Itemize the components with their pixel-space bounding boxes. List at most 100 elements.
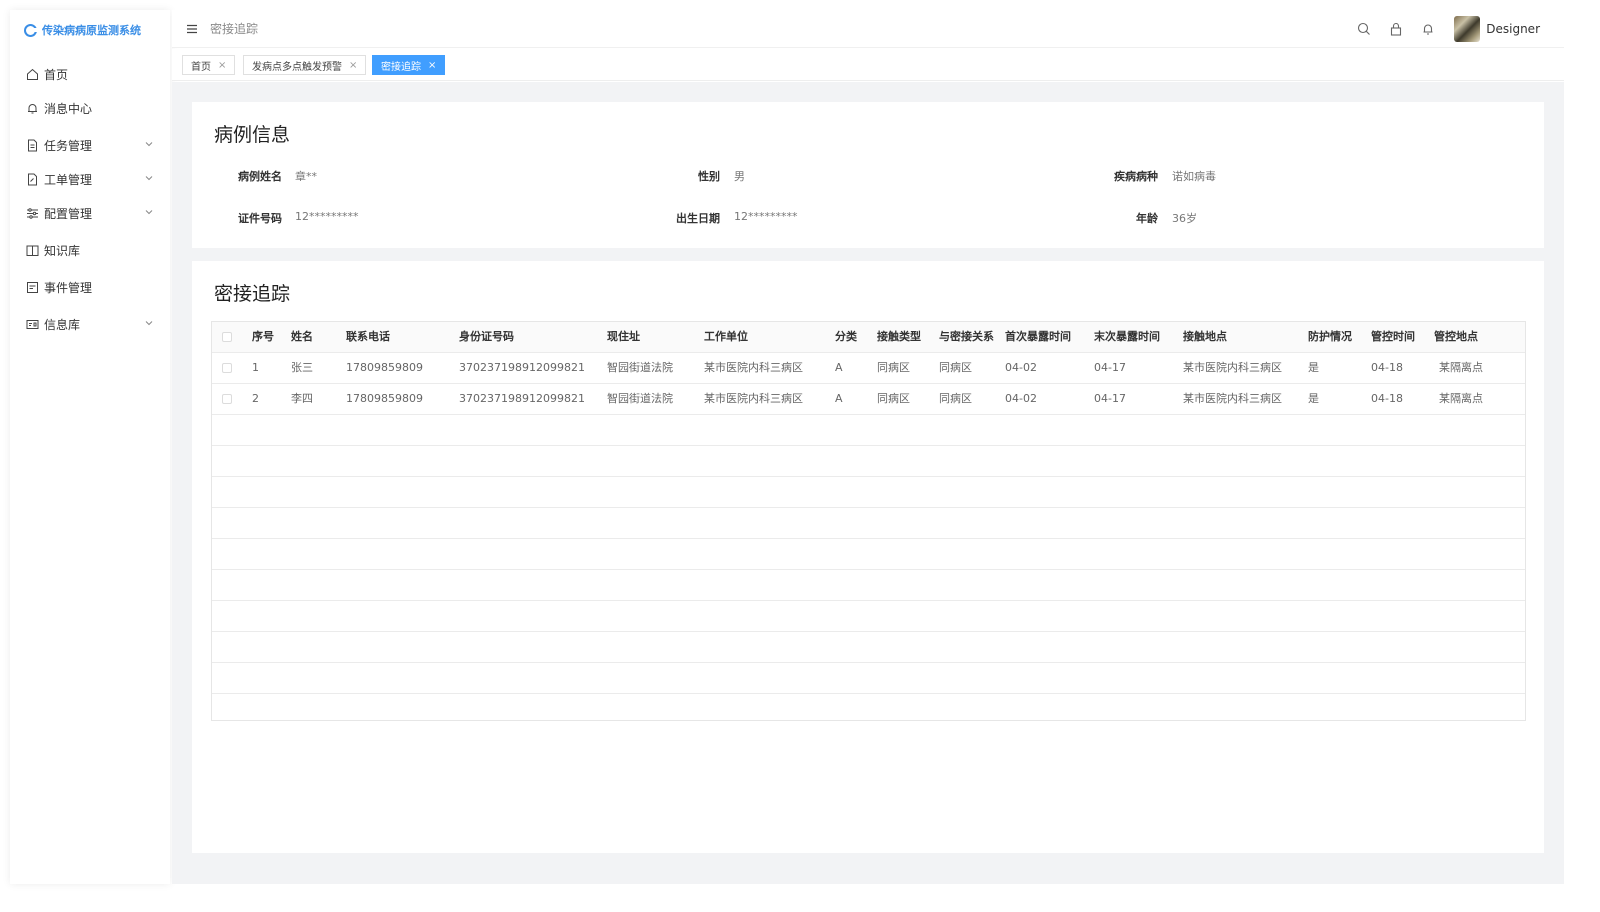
column-header: 联系电话 (346, 330, 390, 343)
sidebar-item-label: 事件管理 (44, 280, 93, 295)
tab-contact-tracing[interactable]: 密接追踪 × (372, 55, 446, 75)
empty-table-row (212, 632, 1525, 663)
column-header: 接触地点 (1183, 330, 1227, 343)
sidebar-item-infobase[interactable]: 信息库 (10, 311, 170, 337)
sidebar-item-tasks[interactable]: 任务管理 (10, 132, 170, 158)
table-cell: 1 (252, 361, 259, 374)
main-content: 病例信息 病例姓名 章** 性别 男 疾病病种 诺如病毒 证件号码 12****… (172, 82, 1564, 884)
empty-table-row (212, 477, 1525, 508)
sidebar-item-knowledge[interactable]: 知识库 (10, 237, 170, 263)
tab-label: 密接追踪 (381, 61, 421, 73)
table-cell: A (835, 392, 843, 405)
page-tabs: 首页 × 发病点多点触发预警 × 密接追踪 × (172, 49, 1564, 81)
top-header: 密接追踪 Designer (172, 10, 1564, 48)
empty-table-row (212, 601, 1525, 632)
sidebar-item-messages[interactable]: 消息中心 (10, 95, 170, 121)
id-number-label: 证件号码 (238, 212, 282, 225)
chevron-down-icon (145, 142, 153, 147)
contact-tracing-title: 密接追踪 (214, 283, 291, 305)
app-title: 传染病病原监测系统 (42, 24, 141, 37)
tab-label: 首页 (191, 61, 211, 73)
empty-table-row (212, 508, 1525, 539)
table-cell: 同病区 (877, 361, 910, 374)
close-icon[interactable]: × (428, 60, 436, 71)
column-header: 管控地点 (1434, 330, 1478, 343)
select-all-checkbox[interactable] (222, 332, 232, 342)
row-checkbox[interactable] (222, 394, 232, 404)
contact-table: 序号 姓名 联系电话 身份证号码 现住址 工作单位 分类 接触类型 与密接关系 … (211, 321, 1526, 721)
column-header: 接触类型 (877, 330, 921, 343)
close-icon[interactable]: × (218, 60, 226, 71)
tab-home[interactable]: 首页 × (182, 55, 236, 75)
tab-label: 发病点多点触发预警 (252, 61, 342, 73)
table-cell: 是 (1308, 361, 1319, 374)
gender-value: 男 (734, 170, 745, 183)
table-cell: 04-02 (1005, 361, 1037, 374)
column-header: 现住址 (607, 330, 640, 343)
table-header-row: 序号 姓名 联系电话 身份证号码 现住址 工作单位 分类 接触类型 与密接关系 … (212, 322, 1525, 353)
column-header: 管控时间 (1371, 330, 1415, 343)
table-cell: 同病区 (939, 392, 972, 405)
edit-document-icon (26, 173, 39, 186)
sidebar-item-label: 任务管理 (44, 138, 93, 153)
close-icon[interactable]: × (349, 60, 357, 71)
notification-bell-icon[interactable] (1420, 21, 1436, 37)
sidebar-item-home[interactable]: 首页 (10, 61, 170, 87)
table-cell: 李四 (291, 392, 313, 405)
table-cell: 某市医院内科三病区 (1183, 361, 1282, 374)
column-header: 首次暴露时间 (1005, 330, 1071, 343)
table-row[interactable]: 2 李四 17809859809 370237198912099821 智园街道… (212, 384, 1525, 415)
column-header: 序号 (252, 330, 274, 343)
sidebar-item-workorders[interactable]: 工单管理 (10, 166, 170, 192)
column-header: 工作单位 (704, 330, 748, 343)
home-icon (26, 68, 39, 81)
case-name-value: 章** (295, 170, 317, 183)
sidebar-item-label: 信息库 (44, 317, 81, 332)
chevron-down-icon (145, 176, 153, 181)
table-cell: 370237198912099821 (459, 361, 585, 374)
breadcrumb: 密接追踪 (210, 22, 259, 36)
table-cell: 是 (1308, 392, 1319, 405)
column-header: 防护情况 (1308, 330, 1352, 343)
table-cell: 04-18 (1371, 392, 1403, 405)
menu-toggle-icon[interactable] (186, 23, 198, 35)
column-header: 身份证号码 (459, 330, 514, 343)
sidebar-item-events[interactable]: 事件管理 (10, 274, 170, 300)
birth-date-value: 12********* (734, 210, 798, 223)
table-row[interactable]: 1 张三 17809859809 370237198912099821 智园街道… (212, 353, 1525, 384)
case-info-card: 病例信息 病例姓名 章** 性别 男 疾病病种 诺如病毒 证件号码 12****… (192, 102, 1544, 248)
column-header: 分类 (835, 330, 857, 343)
table-cell: 17809859809 (346, 392, 423, 405)
id-card-icon (26, 318, 39, 331)
empty-table-row (212, 415, 1525, 446)
table-cell: 智园街道法院 (607, 361, 673, 374)
table-cell: 04-18 (1371, 361, 1403, 374)
search-icon[interactable] (1356, 21, 1372, 37)
table-cell: 04-02 (1005, 392, 1037, 405)
book-icon (26, 244, 39, 257)
username[interactable]: Designer (1486, 22, 1540, 36)
lock-icon[interactable] (1388, 21, 1404, 37)
sidebar-item-config[interactable]: 配置管理 (10, 200, 170, 226)
case-name-label: 病例姓名 (238, 170, 282, 183)
row-checkbox[interactable] (222, 363, 232, 373)
app-logo[interactable]: 传染病病原监测系统 (10, 10, 170, 50)
age-label: 年龄 (1136, 212, 1158, 225)
chevron-down-icon (145, 210, 153, 215)
column-header: 末次暴露时间 (1094, 330, 1160, 343)
sidebar-item-label: 配置管理 (44, 206, 93, 221)
table-cell: 同病区 (939, 361, 972, 374)
table-cell: 17809859809 (346, 361, 423, 374)
table-cell: 370237198912099821 (459, 392, 585, 405)
avatar[interactable] (1454, 16, 1481, 42)
birth-date-label: 出生日期 (676, 212, 720, 225)
calendar-icon (26, 281, 39, 294)
bell-icon (26, 102, 39, 115)
contact-tracing-card: 密接追踪 序号 姓名 联系电话 身份证号码 现住址 工作单位 分类 接触类型 与… (192, 261, 1544, 853)
tab-outbreak-warning[interactable]: 发病点多点触发预警 × (243, 55, 367, 75)
table-cell: 同病区 (877, 392, 910, 405)
sidebar-item-label: 首页 (44, 67, 69, 82)
column-header: 姓名 (291, 330, 313, 343)
id-number-value: 12********* (295, 210, 359, 223)
empty-table-row (212, 539, 1525, 570)
